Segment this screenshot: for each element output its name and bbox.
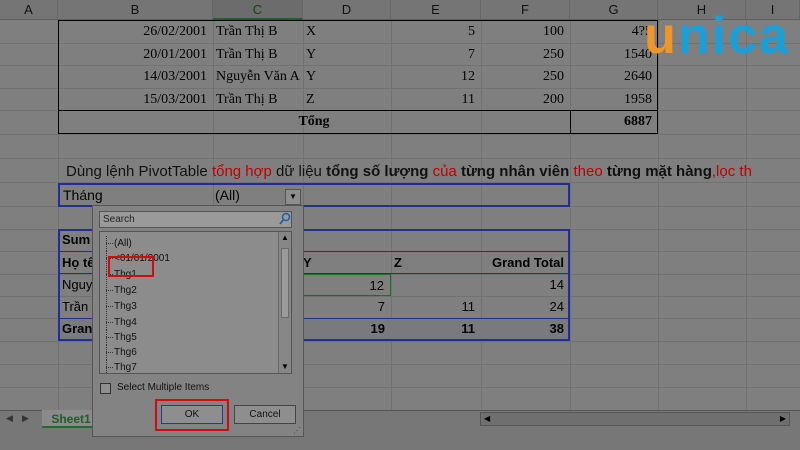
column-header-b[interactable]: B [58,0,213,20]
scroll-right-icon[interactable]: ▶ [780,413,786,425]
highlight-thg1 [108,256,154,277]
pivot-col-header-y[interactable]: Y [303,252,333,274]
highlight-ok-button [155,399,229,431]
date-cell[interactable]: 14/03/2001 [58,66,213,88]
scroll-down-icon[interactable]: ▼ [281,361,289,373]
list-item[interactable]: Thg4 [104,315,137,330]
sheet-nav-left-icon[interactable]: ◀ [6,413,13,424]
source-total-label[interactable]: Tổng [58,111,570,133]
column-header-e[interactable]: E [391,0,481,20]
unica-logo: unica [644,6,790,66]
cancel-button[interactable]: Cancel [234,405,296,424]
search-icon[interactable] [279,212,291,226]
pivot-cell-z[interactable]: 11 [391,296,481,318]
search-input[interactable]: Search [99,211,292,228]
instruction-segment: tổng số lượng [326,163,429,180]
qty-cell[interactable]: 5 [391,21,481,43]
pivot-filter-row [58,183,570,207]
instruction-text[interactable]: Dùng lệnh PivotTable tổng hợp dữ liệu tổ… [66,161,800,183]
instruction-segment: theo [569,163,607,180]
instruction-segment: từng nhân viên [460,163,570,180]
filter-dropdown-button[interactable]: ▼ [285,189,301,205]
name-cell[interactable]: Nguyễn Văn A [213,66,303,88]
name-cell[interactable]: Trần Thị B [213,89,303,111]
list-item[interactable]: (All) [104,236,132,251]
pivot-cell-y[interactable]: 7 [303,296,391,318]
pivot-grand-y[interactable]: 19 [303,318,391,340]
list-scrollbar[interactable]: ▲ ▼ [278,232,291,373]
column-header-a[interactable]: A [0,0,58,20]
item-cell[interactable]: Y [303,44,391,66]
price-cell[interactable]: 100 [481,21,570,43]
qty-cell[interactable]: 11 [391,89,481,111]
filter-value[interactable]: (All) [215,186,240,204]
name-cell[interactable]: Trần Thị B [213,44,303,66]
column-header-f[interactable]: F [481,0,570,20]
instruction-segment: tổng hợp [211,163,272,180]
pivot-col-header-z[interactable]: Z [394,252,424,274]
pivot-cell-z[interactable] [391,274,481,296]
list-item[interactable]: Thg3 [104,299,137,314]
pivot-cell-y[interactable]: 12 [303,274,391,296]
select-multiple-label[interactable]: Select Multiple Items [117,381,209,395]
list-item[interactable]: Thg2 [104,283,137,298]
instruction-segment: dữ liệu [271,163,327,180]
chevron-down-icon: ▼ [289,192,297,201]
logo-accent: u [644,7,678,65]
pivot-row-header[interactable]: Họ tê [62,252,95,274]
qty-cell[interactable]: 12 [391,66,481,88]
list-item[interactable]: Thg5 [104,330,137,345]
pivot-grand-z[interactable]: 11 [391,318,481,340]
date-cell[interactable]: 20/01/2001 [58,44,213,66]
pivot-col-header-grand[interactable]: Grand Total [470,252,570,274]
column-header-d[interactable]: D [303,0,391,20]
pivot-sum-label[interactable]: Sum [62,229,90,251]
instruction-segment: Dùng lệnh PivotTable [66,163,212,180]
resize-grip-icon[interactable]: ⋰ [293,426,301,435]
scroll-up-icon[interactable]: ▲ [281,232,289,244]
scroll-thumb[interactable] [281,248,289,318]
pivot-cell-grand[interactable]: 14 [481,274,570,296]
instruction-segment: từng mặt hàng [606,163,712,180]
pivot-grand-total[interactable]: 38 [481,318,570,340]
source-total-value[interactable]: 6887 [570,111,658,133]
instruction-segment: ,lọc th [711,163,752,180]
item-cell[interactable]: Y [303,66,391,88]
list-item[interactable]: Thg6 [104,345,137,360]
instruction-segment: của [428,163,461,180]
column-header-c[interactable]: C [213,0,303,20]
item-cell[interactable]: X [303,21,391,43]
total-cell[interactable]: 1958 [570,89,658,111]
filter-item-list: (All) <01/01/2001 Thg1 Thg2 Thg3 Thg4 Th… [99,231,292,374]
date-cell[interactable]: 26/02/2001 [58,21,213,43]
scroll-left-icon[interactable]: ◀ [484,413,490,425]
price-cell[interactable]: 200 [481,89,570,111]
name-cell[interactable]: Trần Thị B [213,21,303,43]
filter-field-label: Tháng [63,187,103,203]
price-cell[interactable]: 250 [481,44,570,66]
pivot-cell-grand[interactable]: 24 [481,296,570,318]
price-cell[interactable]: 250 [481,66,570,88]
horizontal-scrollbar[interactable]: ◀ ▶ [480,412,790,426]
date-cell[interactable]: 15/03/2001 [58,89,213,111]
total-cell[interactable]: 2640 [570,66,658,88]
list-item[interactable]: Thg7 [104,360,137,373]
item-cell[interactable]: Z [303,89,391,111]
qty-cell[interactable]: 7 [391,44,481,66]
select-multiple-checkbox[interactable] [100,383,111,394]
sheet-nav-right-icon[interactable]: ▶ [22,413,29,424]
logo-rest: nica [677,7,790,65]
